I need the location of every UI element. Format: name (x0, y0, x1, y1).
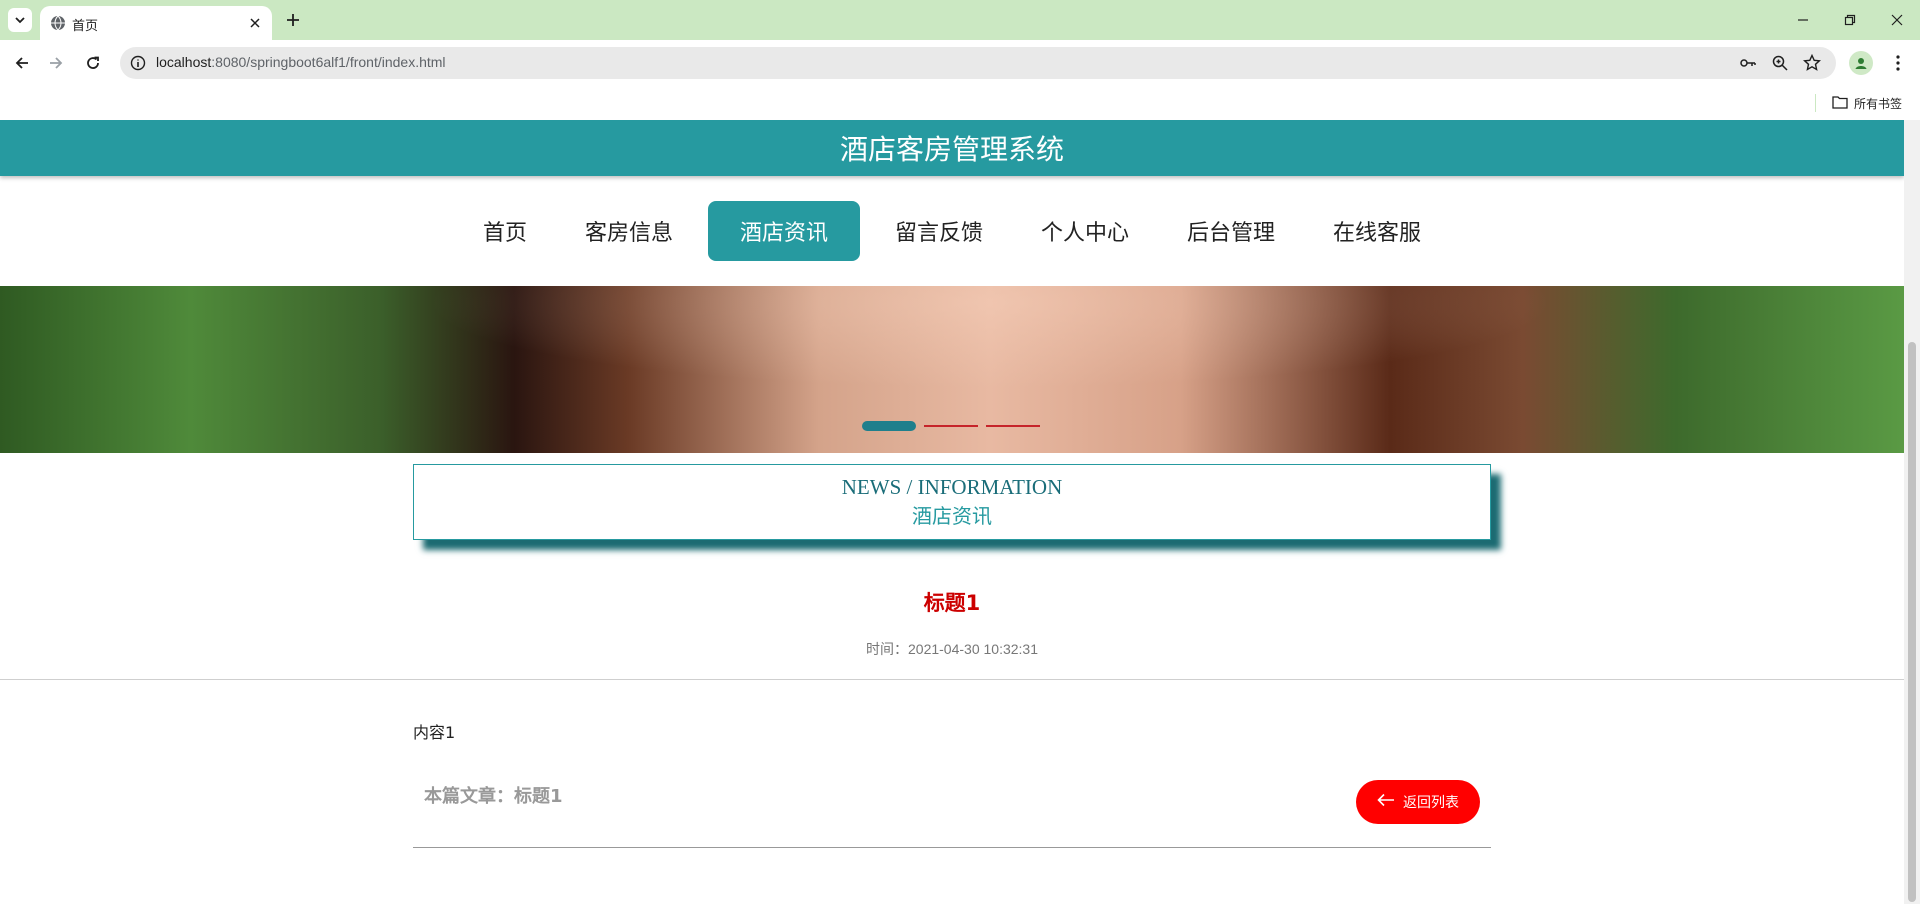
url-text: localhost:8080/springboot6alf1/front/ind… (156, 54, 446, 70)
section-title-en: NEWS / INFORMATION (841, 475, 1063, 499)
browser-tab[interactable]: 首页 (40, 6, 272, 40)
bookmarks-folder-label: 所有书签 (1854, 96, 1903, 111)
site-header: 酒店客房管理系统 (0, 120, 1904, 176)
folder-icon (1832, 94, 1848, 113)
bookmarks-separator (1815, 94, 1816, 112)
carousel-dot-2[interactable] (924, 425, 978, 427)
section-heading-box: NEWS / INFORMATION 酒店资讯 (413, 464, 1491, 540)
zoom-icon[interactable] (1770, 53, 1790, 73)
nav-item-hotel-news[interactable]: 酒店资讯 (707, 201, 860, 261)
article-content: 内容1 (413, 723, 456, 742)
all-bookmarks-folder[interactable]: 所有书签 (1832, 94, 1902, 112)
tab-title: 首页 (72, 19, 99, 34)
back-arrow-icon[interactable] (9, 50, 35, 76)
address-bar[interactable]: localhost:8080/springboot6alf1/front/ind… (120, 47, 1836, 79)
bookmark-star-icon[interactable] (1802, 53, 1822, 73)
back-to-list-label: 返回列表 (1403, 795, 1459, 811)
scrollbar-thumb[interactable] (1908, 342, 1916, 902)
globe-icon (50, 15, 66, 31)
site-title: 酒店客房管理系统 (839, 133, 1064, 166)
nav-item-home[interactable]: 首页 (455, 201, 555, 261)
bookmarks-bar: 所有书签 (0, 86, 1920, 120)
minimize-icon[interactable] (1780, 6, 1826, 34)
current-article-label: 本篇文章：标题1 (424, 786, 563, 807)
browser-tabstrip: 首页 (0, 0, 1920, 40)
forward-arrow-icon[interactable] (43, 50, 69, 76)
restore-icon[interactable] (1827, 6, 1873, 34)
close-window-icon[interactable] (1874, 6, 1920, 34)
nav-item-personal-center[interactable]: 个人中心 (1013, 201, 1157, 261)
article-title: 标题1 (923, 591, 981, 615)
profile-avatar-icon[interactable] (1849, 51, 1873, 75)
carousel-indicators (862, 421, 1040, 431)
arrow-left-icon (1377, 793, 1395, 811)
reload-icon[interactable] (80, 50, 106, 76)
url-path: :8080/springboot6alf1/front/index.html (211, 54, 446, 70)
carousel-dot-3[interactable] (986, 425, 1040, 427)
nav-item-rooms[interactable]: 客房信息 (557, 201, 701, 261)
main-nav: 首页 客房信息 酒店资讯 留言反馈 个人中心 后台管理 在线客服 (0, 176, 1904, 286)
browser-toolbar: localhost:8080/springboot6alf1/front/ind… (0, 40, 1920, 86)
nav-item-online-service[interactable]: 在线客服 (1305, 201, 1449, 261)
carousel-dot-1[interactable] (862, 421, 916, 431)
new-tab-plus-icon[interactable] (282, 9, 304, 31)
article-time: 时间：2021-04-30 10:32:31 (866, 641, 1038, 657)
site-info-icon[interactable] (130, 55, 146, 71)
password-key-icon[interactable] (1738, 53, 1758, 73)
back-to-list-button[interactable]: 返回列表 (1356, 780, 1480, 824)
article-bottom-line (413, 847, 1491, 848)
nav-item-feedback[interactable]: 留言反馈 (867, 201, 1011, 261)
banner-carousel (0, 286, 1904, 453)
section-title-cn: 酒店资讯 (912, 504, 992, 528)
url-host: localhost (156, 54, 212, 70)
tab-search-chevron-icon[interactable] (8, 8, 32, 32)
nav-item-admin[interactable]: 后台管理 (1159, 201, 1303, 261)
page-scrollbar[interactable] (1904, 120, 1920, 904)
tab-close-icon[interactable] (246, 14, 264, 32)
page-viewport: 酒店客房管理系统 首页 客房信息 酒店资讯 留言反馈 个人中心 后台管理 在线客… (0, 120, 1904, 904)
browser-menu-icon[interactable] (1886, 51, 1910, 75)
article-divider (0, 679, 1904, 680)
